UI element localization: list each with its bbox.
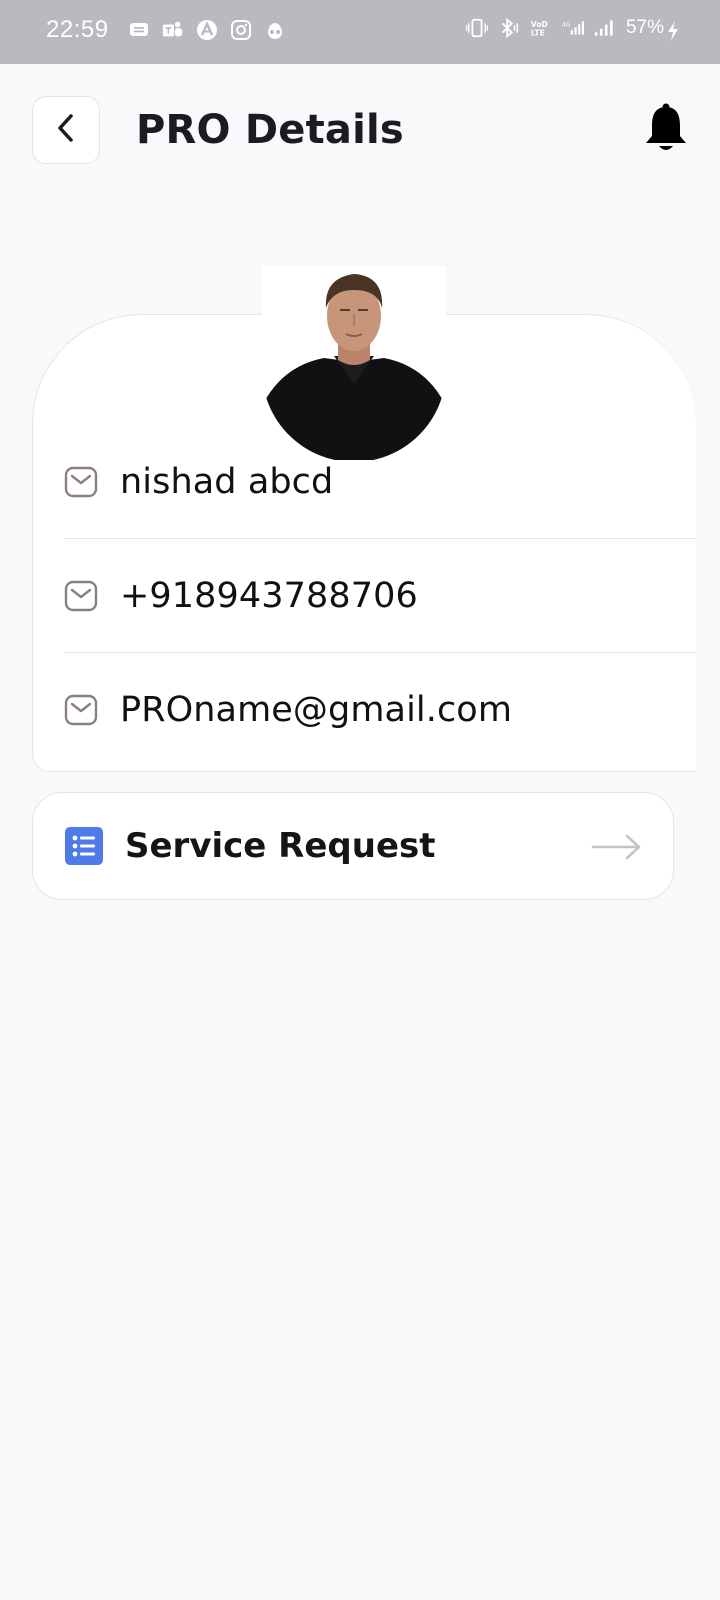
instagram-icon	[230, 18, 252, 42]
divider	[64, 652, 696, 653]
envelope-icon	[64, 465, 98, 499]
notifications-button[interactable]	[642, 102, 690, 158]
service-request-button[interactable]: Service Request	[32, 792, 674, 900]
svg-text:4G: 4G	[562, 23, 571, 29]
incognito-icon	[264, 18, 286, 42]
bell-icon	[644, 102, 688, 158]
avatar	[262, 266, 446, 460]
volte-icon: VoD LTE	[530, 16, 552, 40]
chevron-left-icon	[55, 113, 77, 147]
back-button[interactable]	[32, 96, 100, 164]
charging-icon	[666, 20, 680, 46]
divider	[64, 538, 696, 539]
email-row: PROname@gmail.com	[64, 680, 688, 740]
signal-icon	[594, 16, 616, 40]
phone-row: +918943788706	[64, 566, 688, 626]
profile-phone: +918943788706	[120, 576, 418, 616]
list-icon	[65, 827, 103, 865]
svg-text:LTE: LTE	[531, 29, 545, 38]
notification-icons	[128, 18, 286, 42]
profile-name: nishad abcd	[120, 462, 334, 502]
name-row: nishad abcd	[64, 452, 688, 512]
teams-icon	[162, 18, 184, 42]
bluetooth-icon	[498, 16, 520, 40]
page-title: PRO Details	[136, 107, 404, 153]
battery-level: 57%	[625, 17, 664, 38]
envelope-icon	[64, 579, 98, 613]
system-status-icons: VoD LTE 4G 57%	[465, 16, 664, 40]
arc-icon	[196, 18, 218, 42]
signal-4g-icon: 4G	[562, 16, 584, 40]
profile-email: PROname@gmail.com	[120, 690, 513, 730]
vibrate-icon	[465, 16, 488, 40]
status-time: 22:59	[46, 16, 109, 43]
arrow-right-icon	[591, 831, 643, 863]
message-icon	[128, 18, 150, 42]
envelope-icon	[64, 693, 98, 727]
status-bar: 22:59 VoD LTE 4G 57%	[0, 0, 720, 64]
service-request-label: Service Request	[125, 826, 436, 866]
